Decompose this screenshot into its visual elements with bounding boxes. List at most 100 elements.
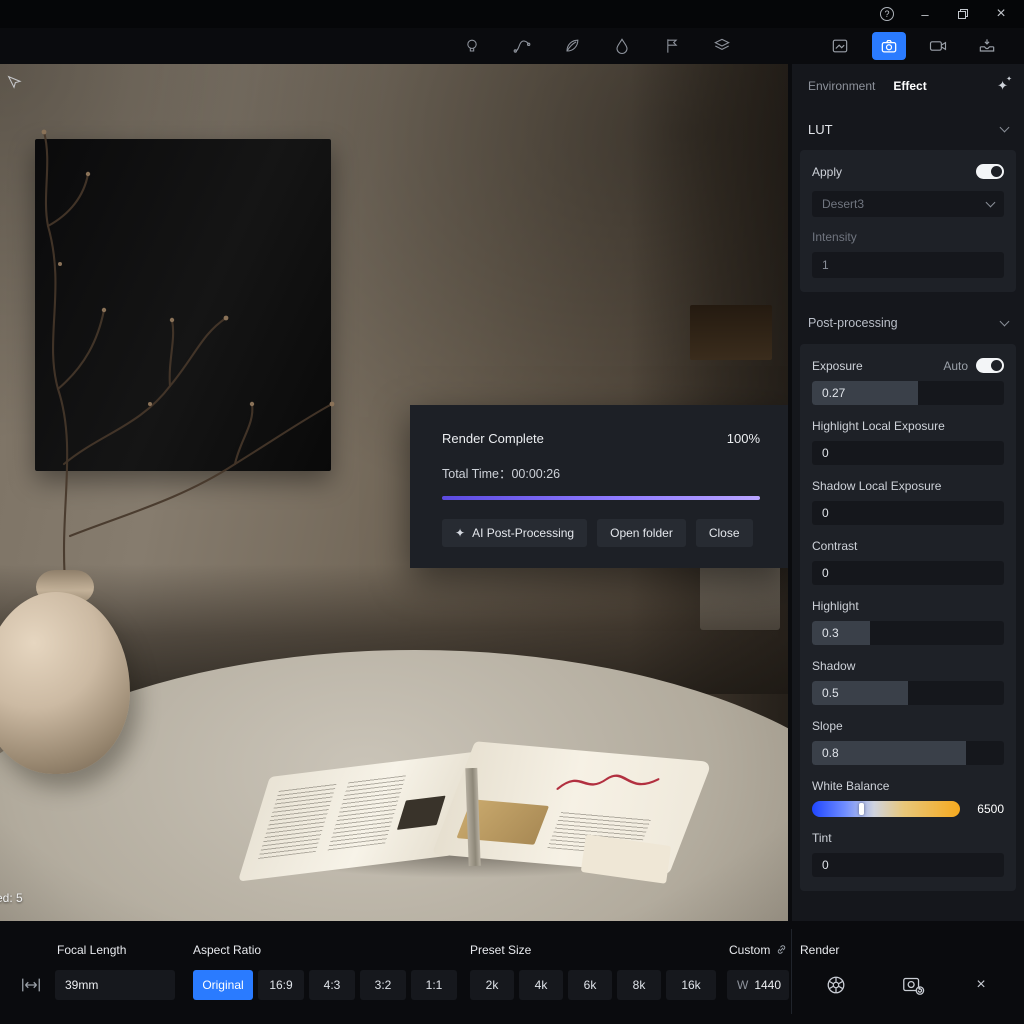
slope-label: Slope xyxy=(812,719,1004,733)
link-dimensions-icon[interactable] xyxy=(774,942,788,956)
highlight-local-exposure-input[interactable]: 0 xyxy=(812,441,1004,465)
flag-tool-icon[interactable] xyxy=(658,32,686,60)
render-viewport[interactable]: ed: 5 Render Complete 100% Total Time：00… xyxy=(0,64,788,921)
foliage-tool-icon[interactable] xyxy=(558,32,586,60)
custom-width-input[interactable]: W 1440 xyxy=(727,970,789,1000)
viewport-cursor-icon xyxy=(6,74,22,90)
exposure-slider[interactable]: 0.27 xyxy=(812,381,1004,405)
highlight-local-exposure-label: Highlight Local Exposure xyxy=(812,419,1004,433)
sparkle-icon: ✦ xyxy=(455,526,465,540)
open-magazine xyxy=(245,744,695,894)
preset-size-label: Preset Size xyxy=(470,943,531,957)
ai-post-processing-button[interactable]: ✦ AI Post-Processing xyxy=(442,519,587,547)
tab-environment[interactable]: Environment xyxy=(808,79,875,93)
lut-preset-dropdown[interactable]: Desert3 xyxy=(812,191,1004,217)
image-mode-button[interactable] xyxy=(823,32,857,60)
total-time-label: Total Time： xyxy=(442,467,511,481)
properties-panel: Environment Effect ✦ LUT Apply Desert3 I… xyxy=(792,64,1024,921)
render-label: Render xyxy=(800,943,839,957)
tab-effect[interactable]: Effect xyxy=(893,79,926,93)
preset-6k-button[interactable]: 6k xyxy=(568,970,612,1000)
path-tool-icon[interactable] xyxy=(508,32,536,60)
water-tool-icon[interactable] xyxy=(608,32,636,60)
aspect-1-1-button[interactable]: 1:1 xyxy=(411,970,457,1000)
lut-apply-toggle[interactable] xyxy=(976,164,1004,179)
dialog-close-button[interactable]: Close xyxy=(696,519,753,547)
close-button[interactable]: × xyxy=(992,5,1010,23)
preset-8k-button[interactable]: 8k xyxy=(617,970,661,1000)
preset-2k-button[interactable]: 2k xyxy=(470,970,514,1000)
render-percent: 100% xyxy=(727,431,760,446)
preset-16k-button[interactable]: 16k xyxy=(666,970,716,1000)
auto-label: Auto xyxy=(943,359,968,373)
lut-title: LUT xyxy=(808,122,833,137)
custom-size-label: Custom xyxy=(729,943,770,957)
post-processing-title: Post-processing xyxy=(808,316,898,330)
help-icon: ? xyxy=(880,7,894,21)
contrast-input[interactable]: 0 xyxy=(812,561,1004,585)
dialog-title: Render Complete xyxy=(442,431,544,446)
focal-length-input[interactable]: 39mm xyxy=(55,970,175,1000)
focal-length-icon xyxy=(18,974,44,996)
lut-card: Apply Desert3 Intensity 1 xyxy=(800,150,1016,292)
output-mode-icon xyxy=(977,36,997,56)
shadow-label: Shadow xyxy=(812,659,1004,673)
restore-button[interactable] xyxy=(954,5,972,23)
aspect-original-button[interactable]: Original xyxy=(193,970,253,1000)
shadow-slider[interactable]: 0.5 xyxy=(812,681,1004,705)
video-mode-button[interactable] xyxy=(921,32,955,60)
tv-screen xyxy=(35,139,331,471)
magazine-headline xyxy=(545,759,671,811)
image-mode-icon xyxy=(830,36,850,56)
video-mode-icon xyxy=(928,36,948,56)
output-mode-button[interactable] xyxy=(970,32,1004,60)
main-toolbar xyxy=(0,28,1024,64)
aspect-16-9-button[interactable]: 16:9 xyxy=(258,970,304,1000)
intensity-label: Intensity xyxy=(812,230,1004,244)
light-tool-icon[interactable] xyxy=(458,32,486,60)
post-processing-header[interactable]: Post-processing xyxy=(792,302,1024,344)
aspect-3-2-button[interactable]: 3:2 xyxy=(360,970,406,1000)
intensity-input[interactable]: 1 xyxy=(812,252,1004,278)
post-processing-card: Exposure Auto 0.27 Highlight Local Expos… xyxy=(800,344,1016,891)
tint-input[interactable]: 0 xyxy=(812,853,1004,877)
shadow-local-exposure-input[interactable]: 0 xyxy=(812,501,1004,525)
help-button[interactable]: ? xyxy=(878,5,896,23)
white-balance-label: White Balance xyxy=(812,779,1004,793)
open-folder-button[interactable]: Open folder xyxy=(597,519,686,547)
chevron-down-icon xyxy=(1000,123,1010,133)
camera-mode-button[interactable] xyxy=(872,32,906,60)
preset-4k-button[interactable]: 4k xyxy=(519,970,563,1000)
highlight-slider[interactable]: 0.3 xyxy=(812,621,1004,645)
minimize-button[interactable]: – xyxy=(916,5,934,23)
white-balance-slider[interactable] xyxy=(812,801,960,817)
bottom-bar-divider xyxy=(791,929,792,1014)
render-camera-icon xyxy=(901,973,925,997)
assets-tool-icon[interactable] xyxy=(708,32,736,60)
lut-section-header[interactable]: LUT xyxy=(792,108,1024,150)
slope-slider[interactable]: 0.8 xyxy=(812,741,1004,765)
ai-effects-icon[interactable]: ✦ xyxy=(997,78,1008,94)
render-image-button[interactable] xyxy=(893,970,933,1000)
tint-label: Tint xyxy=(812,831,1004,845)
exposure-auto-toggle[interactable] xyxy=(976,358,1004,373)
render-progress-bar xyxy=(442,496,760,500)
exposure-label: Exposure xyxy=(812,359,863,373)
viewport-status-text: ed: 5 xyxy=(0,891,23,905)
contrast-label: Contrast xyxy=(812,539,1004,553)
render-settings-button[interactable] xyxy=(816,970,856,1000)
slider-fill xyxy=(812,621,870,645)
white-balance-handle[interactable] xyxy=(859,803,864,815)
restore-icon xyxy=(957,8,969,20)
apply-label: Apply xyxy=(812,165,842,179)
close-render-bar-button[interactable]: × xyxy=(961,970,1001,1000)
panel-tabs: Environment Effect ✦ xyxy=(792,64,1024,108)
aspect-ratio-label: Aspect Ratio xyxy=(193,943,261,957)
titlebar: ? – × xyxy=(0,0,1024,28)
chevron-down-icon xyxy=(986,198,996,208)
white-balance-value: 6500 xyxy=(970,802,1004,816)
aspect-4-3-button[interactable]: 4:3 xyxy=(309,970,355,1000)
total-time-value: 00:00:26 xyxy=(511,467,560,481)
scene-tools xyxy=(458,28,736,64)
wall-shelf xyxy=(690,305,772,360)
